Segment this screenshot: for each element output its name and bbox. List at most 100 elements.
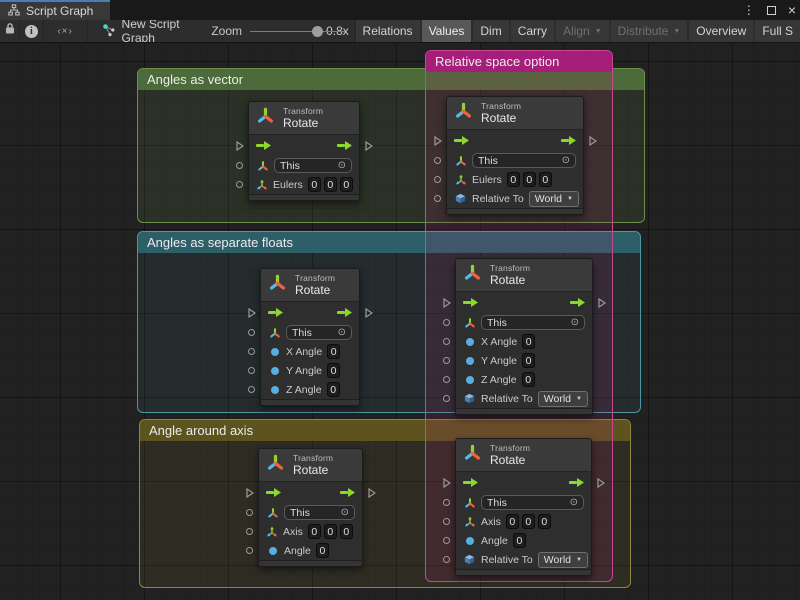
graph-canvas[interactable]: Angles as vectorAngles as separate float… (0, 43, 800, 600)
relative-to-dropdown[interactable]: World ▼ (529, 191, 579, 207)
value-input[interactable]: 0 (538, 514, 551, 529)
this-field[interactable]: This ⊙ (481, 495, 584, 510)
flow-output-port[interactable] (589, 136, 597, 146)
node-rotate-eulers-relative[interactable]: Transform Rotate This ⊙ Eulers000 Relati… (446, 96, 584, 215)
node-rotate-axis-angle-relative[interactable]: Transform Rotate This ⊙ Axis000 Angle0 R… (455, 438, 592, 576)
value-input-port[interactable] (248, 386, 255, 393)
node-rotate-eulers[interactable]: Transform Rotate This ⊙ Eulers000 (248, 101, 360, 201)
toolbar-button-distribute[interactable]: Distribute▼ (611, 20, 688, 43)
maximize-icon[interactable] (767, 6, 776, 15)
value-input-port[interactable] (246, 528, 253, 535)
flow-input-port[interactable] (434, 136, 442, 146)
this-field[interactable]: This ⊙ (284, 505, 355, 520)
value-input[interactable]: 0 (324, 177, 337, 192)
value-input-port[interactable] (248, 367, 255, 374)
flow-out-arrow-icon[interactable] (570, 298, 585, 307)
node-header[interactable]: Transform Rotate (259, 449, 362, 482)
value-input-port[interactable] (443, 376, 450, 383)
this-field[interactable]: This ⊙ (286, 325, 352, 340)
node-header[interactable]: Transform Rotate (456, 259, 592, 292)
value-input[interactable]: 0 (522, 372, 535, 387)
flow-output-port[interactable] (598, 298, 606, 308)
object-picker-icon[interactable]: ⊙ (570, 497, 578, 508)
value-input[interactable]: 0 (522, 334, 535, 349)
value-input[interactable]: 0 (522, 353, 535, 368)
value-input[interactable]: 0 (507, 172, 520, 187)
node-header[interactable]: Transform Rotate (249, 102, 359, 135)
value-input-port[interactable] (443, 395, 450, 402)
relative-to-dropdown[interactable]: World ▼ (538, 391, 588, 407)
toolbar-button-overview[interactable]: Overview (689, 20, 753, 43)
flow-in-arrow-icon[interactable] (256, 141, 271, 150)
value-input-port[interactable] (443, 556, 450, 563)
node-header[interactable]: Transform Rotate (261, 269, 359, 302)
node-header[interactable]: Transform Rotate (456, 439, 591, 472)
toolbar-button-relations[interactable]: Relations (356, 20, 420, 43)
this-field[interactable]: This ⊙ (472, 153, 576, 168)
value-input-port[interactable] (443, 499, 450, 506)
group-label[interactable]: Relative space option (426, 51, 612, 72)
toolbar-button-values[interactable]: Values (422, 20, 472, 43)
flow-input-port[interactable] (248, 308, 256, 318)
flow-input-port[interactable] (443, 298, 451, 308)
object-picker-icon[interactable]: ⊙ (571, 317, 579, 328)
this-field[interactable]: This ⊙ (481, 315, 585, 330)
flow-out-arrow-icon[interactable] (569, 478, 584, 487)
relative-to-dropdown[interactable]: World ▼ (538, 552, 588, 568)
value-input-port[interactable] (434, 176, 441, 183)
flow-input-port[interactable] (443, 478, 451, 488)
object-picker-icon[interactable]: ⊙ (338, 327, 346, 338)
value-input[interactable]: 0 (308, 524, 321, 539)
value-input-port[interactable] (236, 162, 243, 169)
flow-out-arrow-icon[interactable] (340, 488, 355, 497)
zoom-slider[interactable] (250, 20, 321, 43)
flow-input-port[interactable] (246, 488, 254, 498)
value-input-port[interactable] (248, 348, 255, 355)
flow-in-arrow-icon[interactable] (268, 308, 283, 317)
value-input[interactable]: 0 (513, 533, 526, 548)
zoom-slider-handle[interactable] (312, 26, 323, 37)
code-view-button[interactable]: ‹×› (43, 20, 86, 43)
value-input[interactable]: 0 (340, 177, 353, 192)
value-input-port[interactable] (434, 157, 441, 164)
value-input-port[interactable] (236, 181, 243, 188)
toolbar-button-dim[interactable]: Dim (473, 20, 508, 43)
value-input-port[interactable] (248, 329, 255, 336)
value-input-port[interactable] (443, 537, 450, 544)
kebab-menu-icon[interactable]: ⋮ (743, 3, 755, 17)
value-input[interactable]: 0 (327, 344, 340, 359)
value-input-port[interactable] (443, 338, 450, 345)
value-input-port[interactable] (246, 509, 253, 516)
this-field[interactable]: This ⊙ (274, 158, 352, 173)
lock-button[interactable] (0, 20, 19, 43)
flow-output-port[interactable] (368, 488, 376, 498)
value-input[interactable]: 0 (539, 172, 552, 187)
toolbar-button-full-s[interactable]: Full S (755, 20, 800, 43)
value-input[interactable]: 0 (327, 363, 340, 378)
info-button[interactable]: i (20, 20, 42, 43)
flow-input-port[interactable] (236, 141, 244, 151)
value-input-port[interactable] (246, 547, 253, 554)
flow-in-arrow-icon[interactable] (266, 488, 281, 497)
value-input[interactable]: 0 (316, 543, 329, 558)
flow-in-arrow-icon[interactable] (454, 136, 469, 145)
node-rotate-axis-angle[interactable]: Transform Rotate This ⊙ Axis000 Angle0 (258, 448, 363, 567)
value-input[interactable]: 0 (340, 524, 353, 539)
toolbar-button-carry[interactable]: Carry (511, 20, 554, 43)
toolbar-button-align[interactable]: Align▼ (556, 20, 609, 43)
flow-output-port[interactable] (365, 308, 373, 318)
new-script-graph-button[interactable]: New Script Graph (88, 20, 202, 43)
flow-out-arrow-icon[interactable] (337, 308, 352, 317)
flow-output-port[interactable] (597, 478, 605, 488)
value-input-port[interactable] (443, 357, 450, 364)
close-icon[interactable]: × (788, 5, 796, 15)
flow-output-port[interactable] (365, 141, 373, 151)
value-input[interactable]: 0 (522, 514, 535, 529)
value-input[interactable]: 0 (324, 524, 337, 539)
tab-script-graph[interactable]: Script Graph (0, 0, 110, 20)
flow-out-arrow-icon[interactable] (561, 136, 576, 145)
value-input-port[interactable] (434, 195, 441, 202)
value-input[interactable]: 0 (308, 177, 321, 192)
object-picker-icon[interactable]: ⊙ (341, 507, 349, 518)
value-input[interactable]: 0 (523, 172, 536, 187)
